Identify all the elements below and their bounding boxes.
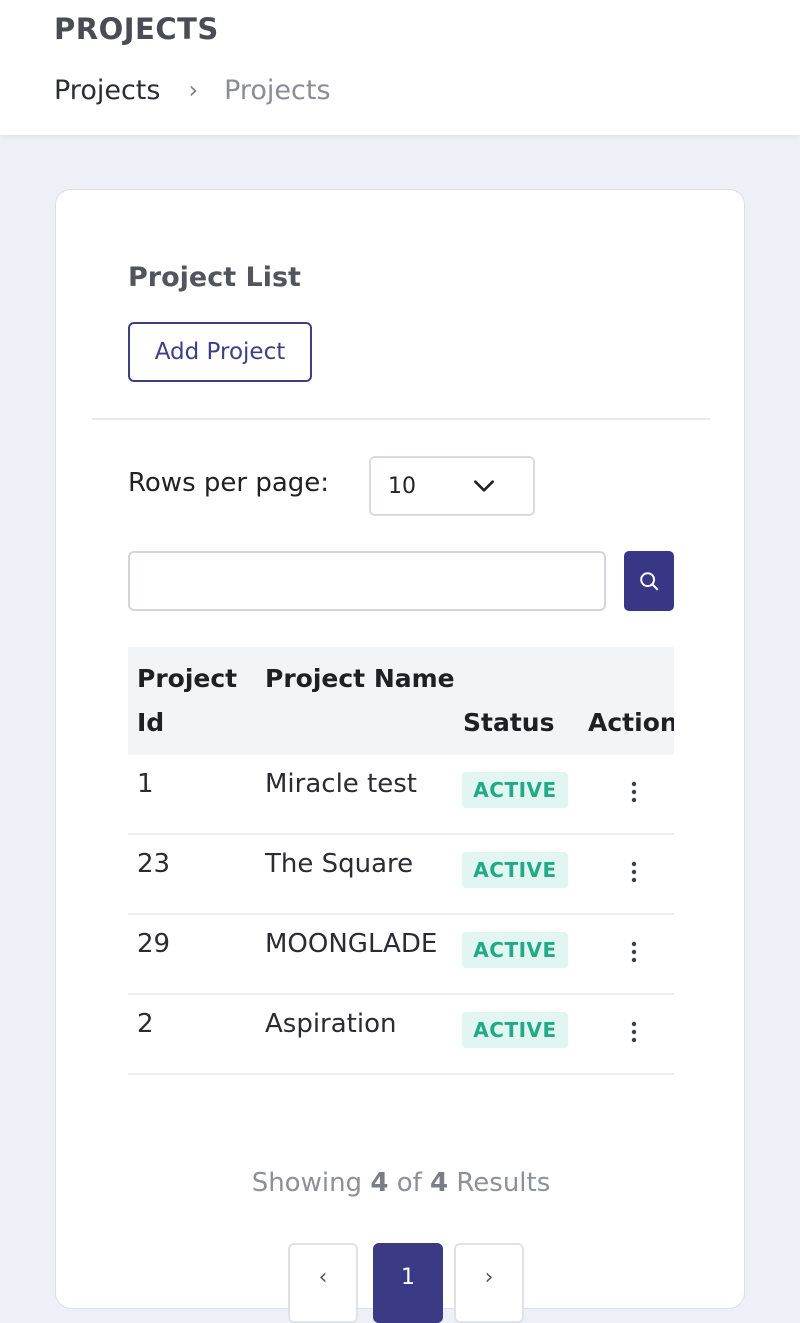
results-summary: Showing 4 of 4 Results xyxy=(56,1168,746,1198)
search-button[interactable] xyxy=(624,551,674,611)
status-badge: ACTIVE xyxy=(462,1012,568,1048)
cell-project-id: 29 xyxy=(137,929,171,959)
cell-project-id: 1 xyxy=(137,769,154,799)
previous-page-button[interactable]: ‹ xyxy=(288,1243,358,1323)
breadcrumb-item-projects[interactable]: Projects xyxy=(54,75,160,106)
rows-per-page-label: Rows per page: xyxy=(128,468,330,498)
add-project-button[interactable]: Add Project xyxy=(128,322,312,382)
table-row[interactable]: 1 Miracle test ACTIVE xyxy=(128,755,674,835)
more-vertical-icon[interactable] xyxy=(622,857,646,887)
rows-per-page-select[interactable]: 10 xyxy=(369,456,535,516)
card-title: Project List xyxy=(128,262,301,293)
cell-project-name: MOONGLADE xyxy=(265,929,438,959)
cell-project-id: 2 xyxy=(137,1009,154,1039)
header-status[interactable]: Status xyxy=(463,701,554,745)
results-total-count: 4 xyxy=(430,1168,449,1198)
status-badge: ACTIVE xyxy=(462,932,568,968)
more-vertical-icon[interactable] xyxy=(622,1017,646,1047)
chevron-down-icon xyxy=(474,480,494,492)
table-row[interactable]: 2 Aspiration ACTIVE xyxy=(128,995,674,1075)
page-number: 1 xyxy=(401,1265,415,1290)
more-vertical-icon[interactable] xyxy=(622,777,646,807)
header-project-name[interactable]: Project Name xyxy=(265,657,455,701)
results-shown-count: 4 xyxy=(370,1168,389,1198)
cell-project-id: 23 xyxy=(137,849,171,879)
chevron-right-icon: › xyxy=(188,76,199,104)
breadcrumb-item-current: Projects xyxy=(224,74,331,106)
chevron-right-icon: › xyxy=(484,1265,494,1290)
table-header: Project Id Project Name Status Action xyxy=(128,647,674,755)
project-list-card: Project List Add Project Rows per page: … xyxy=(55,189,746,1323)
header-action: Action xyxy=(588,708,674,737)
projects-table: Project Id Project Name Status Action 1 … xyxy=(128,647,674,1075)
page-button-current[interactable]: 1 xyxy=(373,1243,443,1323)
table-row[interactable]: 29 MOONGLADE ACTIVE xyxy=(128,915,674,995)
results-prefix: Showing xyxy=(251,1168,363,1198)
more-vertical-icon[interactable] xyxy=(622,937,646,967)
divider xyxy=(92,418,710,420)
search-icon xyxy=(640,572,659,591)
header-project-id[interactable]: Project Id xyxy=(137,657,257,745)
table-row[interactable]: 23 The Square ACTIVE xyxy=(128,835,674,915)
page-title: PROJECTS xyxy=(54,12,219,46)
search-input[interactable] xyxy=(128,551,606,611)
top-header: PROJECTS Projects › Projects xyxy=(0,0,800,135)
next-page-button[interactable]: › xyxy=(454,1243,524,1323)
cell-project-name: Aspiration xyxy=(265,1009,397,1039)
results-of: of xyxy=(396,1168,422,1198)
status-badge: ACTIVE xyxy=(462,772,568,808)
cell-project-name: The Square xyxy=(265,849,414,879)
status-badge: ACTIVE xyxy=(462,852,568,888)
cell-project-name: Miracle test xyxy=(265,769,417,799)
rows-per-page-value: 10 xyxy=(388,473,416,499)
results-suffix: Results xyxy=(456,1168,551,1198)
chevron-left-icon: ‹ xyxy=(318,1265,328,1290)
breadcrumb: Projects › Projects xyxy=(54,72,331,108)
